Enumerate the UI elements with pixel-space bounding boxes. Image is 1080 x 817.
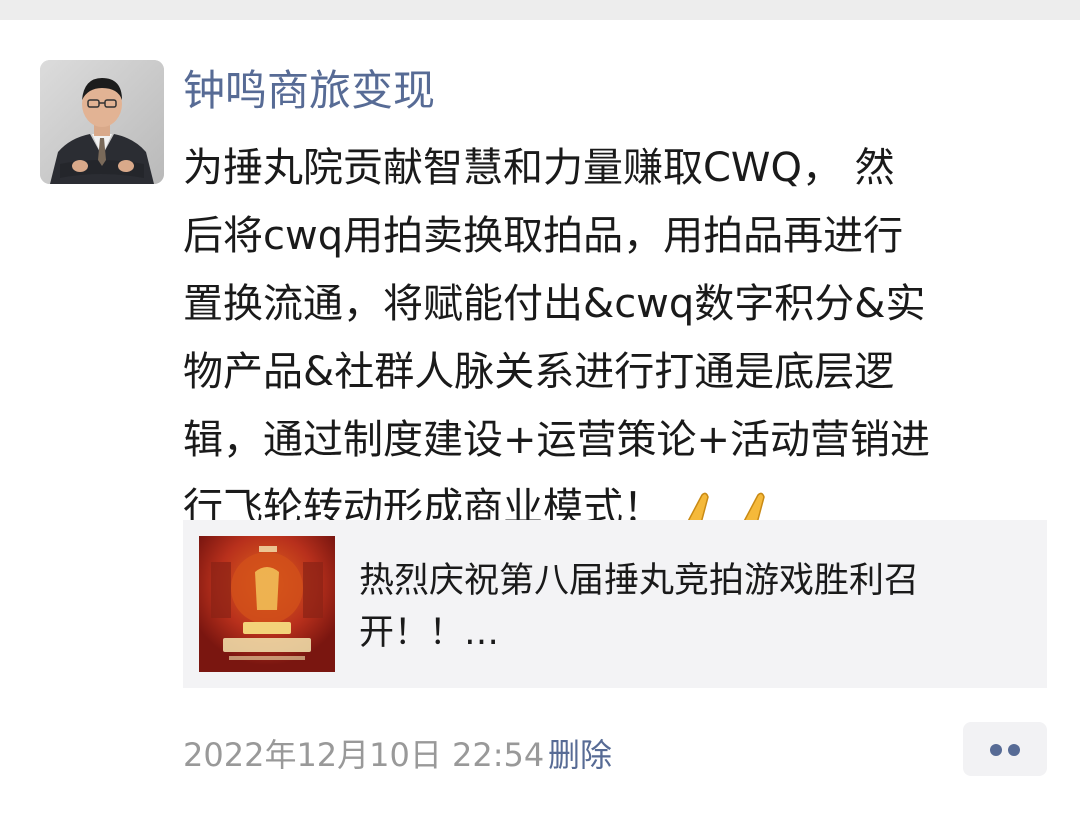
shared-link-title-line: 开！！… (359, 613, 500, 653)
author-name[interactable]: 钟鸣商旅变现 (183, 64, 435, 118)
author-avatar[interactable] (40, 60, 164, 184)
post-timestamp: 2022年12月10日 22:54 (183, 736, 545, 774)
post-text-line: 为捶丸院贡献智慧和力量赚取CWQ， 然 (183, 145, 895, 191)
post-text-line: 后将cwq用拍卖换取拍品，用拍品再进行 (183, 213, 904, 259)
shared-link-title: 热烈庆祝第八届捶丸竞拍游戏胜利召 开！！… (359, 555, 999, 659)
post-text-line: 物产品&社群人脉关系进行打通是底层逻 (183, 349, 895, 395)
more-options-button[interactable] (963, 722, 1047, 776)
more-dots-icon (1008, 744, 1020, 756)
top-strip (0, 0, 1080, 20)
person-photo-icon (40, 60, 164, 184)
shared-link-title-line: 热烈庆祝第八届捶丸竞拍游戏胜利召 (359, 561, 920, 601)
more-dots-icon (990, 744, 1002, 756)
post-text-line: 辑，通过制度建设+运营策论+活动营销进 (183, 417, 931, 463)
shared-link-card[interactable]: 热烈庆祝第八届捶丸竞拍游戏胜利召 开！！… (183, 520, 1047, 688)
post-text: 为捶丸院贡献智慧和力量赚取CWQ， 然 后将cwq用拍卖换取拍品，用拍品再进行 … (183, 134, 1043, 542)
event-poster-thumbnail (199, 536, 335, 672)
delete-button[interactable]: 删除 (548, 733, 612, 777)
post-text-line: 置换流通，将赋能付出&cwq数字积分&实 (183, 281, 926, 327)
